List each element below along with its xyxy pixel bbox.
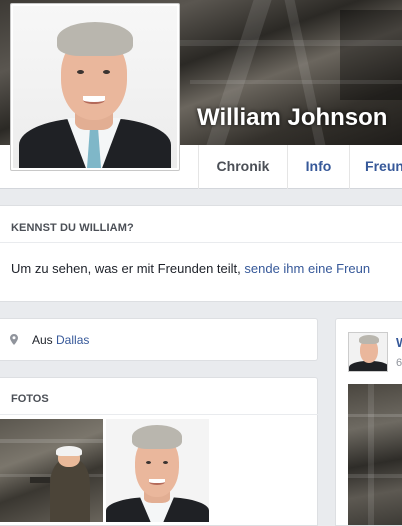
timeline-post: W 6 <box>335 318 402 526</box>
intro-card: Aus Dallas <box>0 318 318 361</box>
profile-portrait <box>13 6 177 168</box>
post-author-avatar[interactable] <box>348 332 388 372</box>
cover-beam <box>190 80 402 84</box>
tab-info[interactable]: Info <box>287 145 349 189</box>
tab-freunde[interactable]: Freun <box>349 145 402 189</box>
profile-name[interactable]: William Johnson <box>197 104 387 132</box>
send-friend-request-link[interactable]: sende ihm eine Freun <box>244 261 370 276</box>
post-author-name[interactable]: W <box>396 335 402 350</box>
profile-picture[interactable] <box>10 3 180 171</box>
photo-thumbnail[interactable] <box>0 419 103 522</box>
city-link[interactable]: Dallas <box>56 333 89 347</box>
divider <box>0 414 318 415</box>
cover-beam <box>180 40 402 46</box>
know-card-text: Um zu sehen, was er mit Freunden teilt, … <box>11 261 370 276</box>
photos-title[interactable]: FOTOS <box>11 393 49 405</box>
know-card-title: KENNST DU WILLIAM? <box>11 222 134 234</box>
photos-card: FOTOS <box>0 377 318 526</box>
location-prefix: Aus <box>32 333 57 347</box>
divider <box>0 242 402 243</box>
location-text: Aus Dallas <box>32 333 89 347</box>
photo-thumbnail[interactable] <box>106 419 209 522</box>
location-pin-icon <box>10 334 18 345</box>
tab-chronik[interactable]: Chronik <box>198 145 287 189</box>
know-card: KENNST DU WILLIAM? Um zu sehen, was er m… <box>0 205 402 302</box>
post-timestamp[interactable]: 6 <box>396 357 402 369</box>
post-image[interactable] <box>348 384 402 525</box>
cover-shadow <box>340 10 402 100</box>
know-card-prefix: Um zu sehen, was er mit Freunden teilt, <box>11 261 245 276</box>
